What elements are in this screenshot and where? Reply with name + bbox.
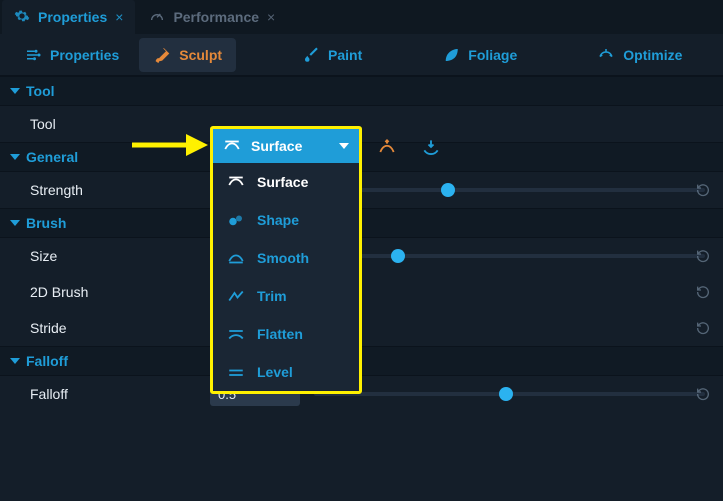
field-label: Size bbox=[30, 248, 210, 264]
gauge-icon bbox=[149, 8, 165, 27]
option-label: Trim bbox=[257, 288, 287, 304]
field-label: Strength bbox=[30, 182, 210, 198]
tool-option-smooth[interactable]: Smooth bbox=[213, 239, 359, 277]
optimize-icon bbox=[597, 46, 615, 64]
section-title: Falloff bbox=[26, 353, 68, 369]
chevron-down-icon bbox=[10, 88, 20, 94]
field-label: Falloff bbox=[30, 386, 210, 402]
tool-option-flatten[interactable]: Flatten bbox=[213, 315, 359, 353]
window-tab-label: Performance bbox=[173, 9, 259, 25]
sliders-icon bbox=[24, 46, 42, 64]
smooth-icon bbox=[227, 250, 245, 266]
mode-label: Paint bbox=[328, 47, 362, 63]
mode-sculpt-button[interactable]: Sculpt bbox=[139, 38, 236, 72]
chevron-down-icon bbox=[10, 154, 20, 160]
chevron-down-icon bbox=[339, 143, 349, 149]
mode-properties-button[interactable]: Properties bbox=[10, 38, 133, 72]
reset-button[interactable] bbox=[695, 248, 711, 264]
tool-option-level[interactable]: Level bbox=[213, 353, 359, 391]
mode-paint-button[interactable]: Paint bbox=[288, 38, 376, 72]
reset-button[interactable] bbox=[695, 320, 711, 336]
section-title: Brush bbox=[26, 215, 66, 231]
option-label: Shape bbox=[257, 212, 299, 228]
flatten-icon bbox=[227, 326, 245, 342]
option-label: Surface bbox=[257, 174, 308, 190]
mode-label: Foliage bbox=[468, 47, 517, 63]
option-label: Flatten bbox=[257, 326, 303, 342]
leaf-icon bbox=[442, 46, 460, 64]
surface-icon bbox=[227, 174, 245, 190]
level-icon bbox=[227, 364, 245, 380]
field-label: Stride bbox=[30, 320, 210, 336]
window-tab-performance[interactable]: Performance × bbox=[137, 0, 287, 34]
section-header-tool[interactable]: Tool bbox=[0, 76, 723, 106]
field-label: Tool bbox=[30, 116, 210, 132]
reset-button[interactable] bbox=[695, 386, 711, 402]
close-icon[interactable]: × bbox=[267, 9, 275, 25]
chevron-down-icon bbox=[10, 220, 20, 226]
falloff-slider[interactable] bbox=[314, 385, 705, 403]
height-tool-button[interactable] bbox=[416, 132, 446, 162]
gear-icon bbox=[14, 8, 30, 27]
option-label: Smooth bbox=[257, 250, 309, 266]
mode-optimize-button[interactable]: Optimize bbox=[583, 38, 696, 72]
window-tab-properties[interactable]: Properties × bbox=[2, 0, 135, 34]
tool-dropdown-trigger[interactable]: Surface bbox=[213, 129, 359, 163]
option-label: Level bbox=[257, 364, 293, 380]
tool-dropdown: Surface Surface Shape Smooth bbox=[210, 126, 362, 394]
mode-label: Sculpt bbox=[179, 47, 222, 63]
reset-button[interactable] bbox=[695, 182, 711, 198]
surface-icon bbox=[223, 138, 241, 154]
reset-button[interactable] bbox=[695, 284, 711, 300]
section-title: Tool bbox=[26, 83, 55, 99]
section-title: General bbox=[26, 149, 78, 165]
paint-icon bbox=[302, 46, 320, 64]
trim-icon bbox=[227, 288, 245, 304]
tool-dropdown-selected: Surface bbox=[251, 138, 302, 154]
mode-label: Properties bbox=[50, 47, 119, 63]
tool-option-shape[interactable]: Shape bbox=[213, 201, 359, 239]
chevron-down-icon bbox=[10, 358, 20, 364]
shape-icon bbox=[227, 212, 245, 228]
slope-tool-button[interactable] bbox=[372, 132, 402, 162]
tool-option-surface[interactable]: Surface bbox=[213, 163, 359, 201]
close-icon[interactable]: × bbox=[115, 9, 123, 25]
mode-label: Optimize bbox=[623, 47, 682, 63]
mode-foliage-button[interactable]: Foliage bbox=[428, 38, 531, 72]
tool-option-trim[interactable]: Trim bbox=[213, 277, 359, 315]
brush-icon bbox=[153, 46, 171, 64]
window-tab-label: Properties bbox=[38, 9, 107, 25]
field-label: 2D Brush bbox=[30, 284, 210, 300]
mode-toolbar: Properties Sculpt Paint Foliage Optimize bbox=[0, 34, 723, 76]
